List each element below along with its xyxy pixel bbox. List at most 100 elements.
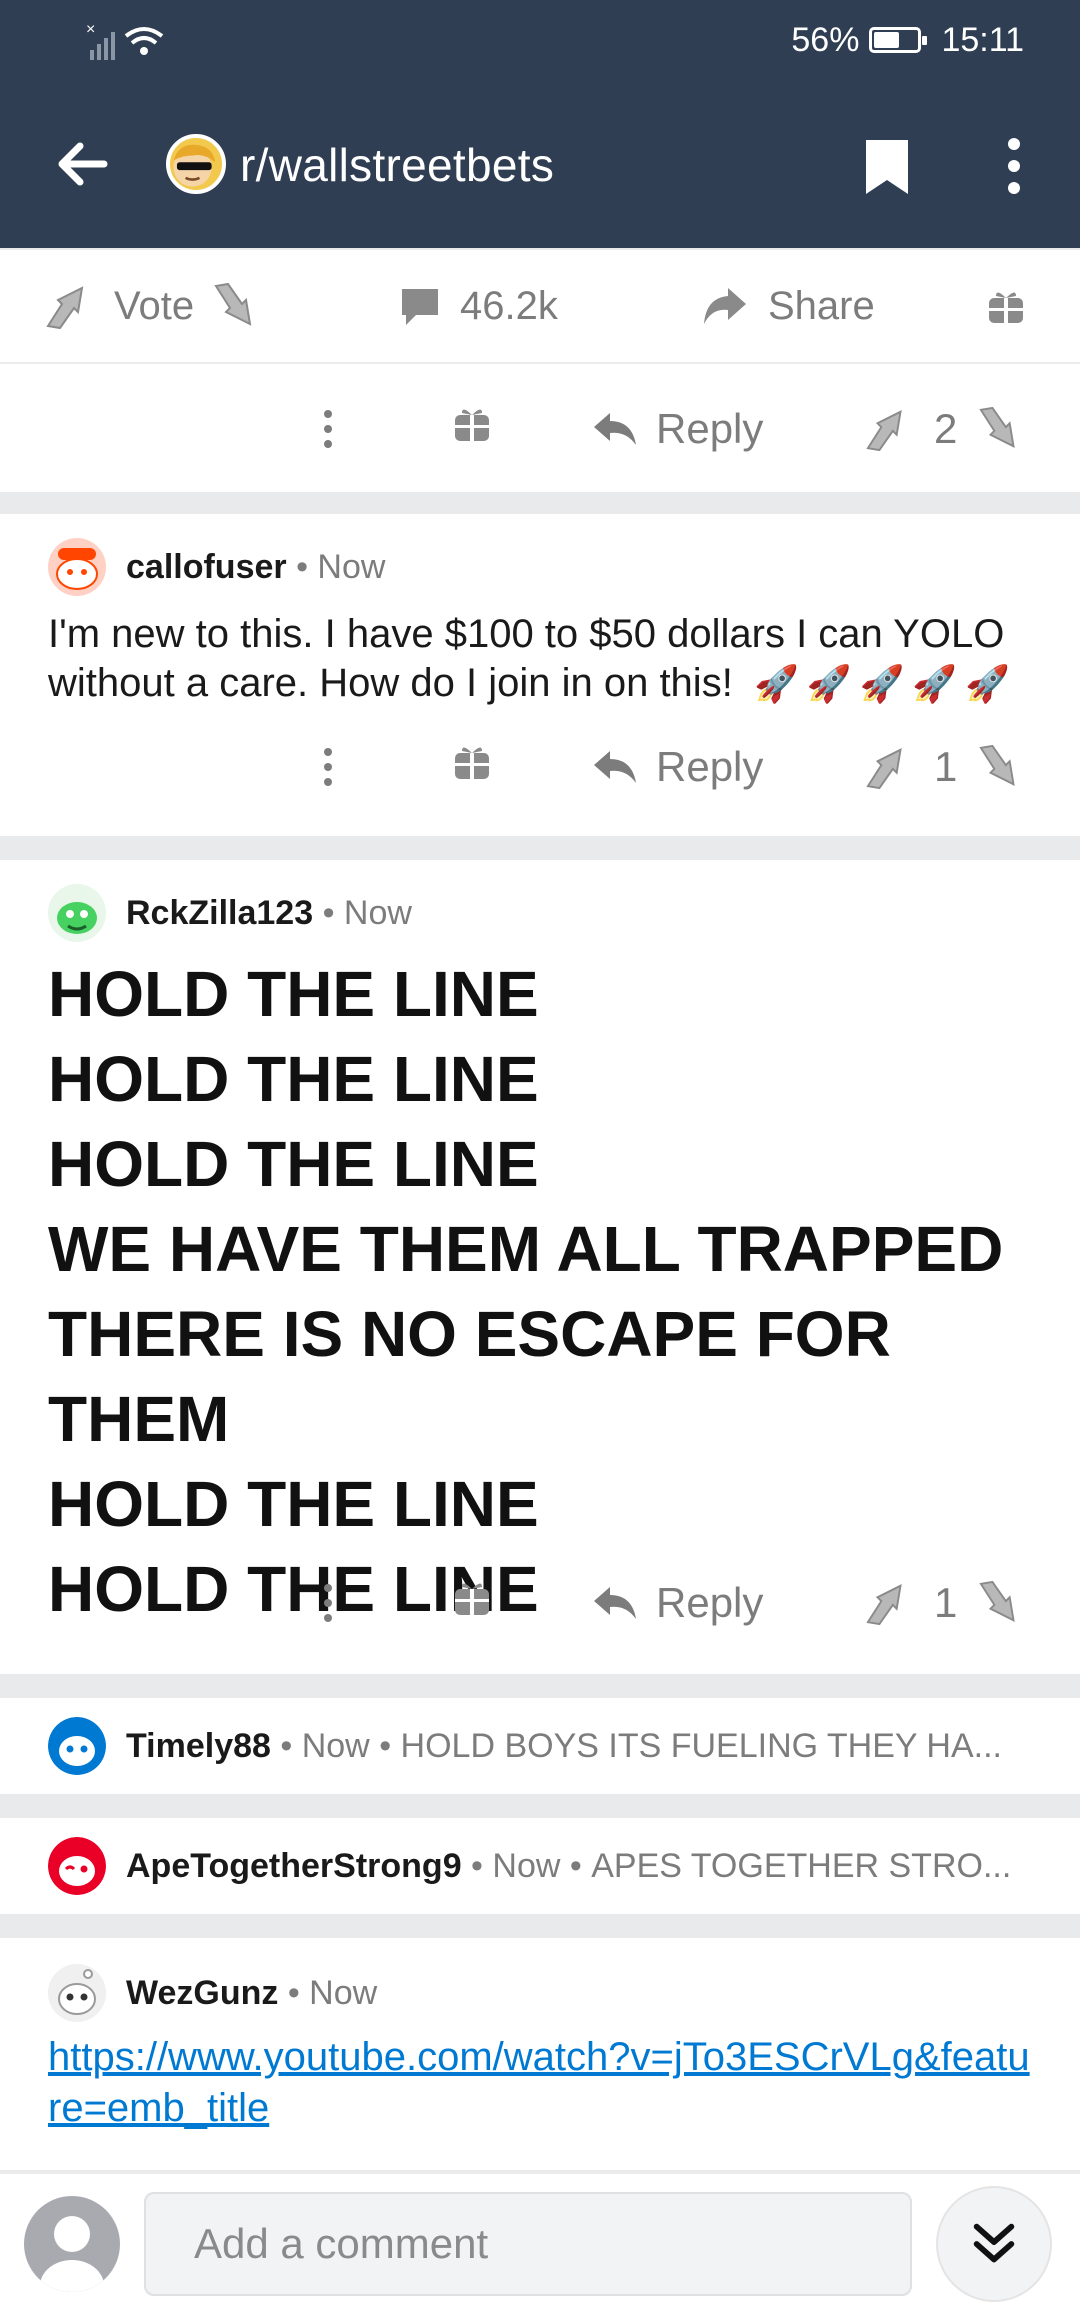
downvote-arrow-icon[interactable] [212, 282, 264, 330]
reply-button[interactable]: Reply [592, 722, 763, 812]
reply-label: Reply [656, 1579, 764, 1626]
my-avatar[interactable] [24, 2196, 120, 2292]
comment-actions: Reply 1 [0, 722, 1080, 812]
dot-separator: • [461, 1846, 493, 1885]
status-right: 56% 15:11 [791, 18, 1024, 62]
dot-separator: • [278, 1973, 310, 2012]
more-vertical-icon[interactable] [1000, 136, 1028, 196]
dot-separator: • [560, 1846, 592, 1885]
comment-bubble-icon [402, 289, 438, 325]
username[interactable]: callofuser [126, 548, 287, 587]
reply-button[interactable]: Reply [592, 384, 763, 474]
upvote-arrow-icon[interactable] [864, 1580, 914, 1626]
snoo-avatar-icon [48, 538, 106, 596]
comment-4-collapsed[interactable]: ApeTogetherStrong9 • Now • APES TOGETHER… [0, 1818, 1080, 1914]
comment-3-collapsed[interactable]: Timely88 • Now • HOLD BOYS ITS FUELING T… [0, 1698, 1080, 1794]
top-app-bar: × 56% 15:11 r/wallstreetbets [0, 0, 1080, 248]
youtube-link[interactable]: https://www.youtube.com/watch?v=jTo3ESCr… [48, 2032, 1038, 2134]
gift-icon[interactable] [452, 384, 492, 474]
dot-separator: • [286, 547, 318, 586]
comment-body: I'm new to this. I have $100 to $50 doll… [48, 610, 1048, 708]
comment-5: WezGunz • Now https://www.youtube.com/wa… [0, 1938, 1080, 2170]
comment-line: THERE IS NO ESCAPE FOR THEM [48, 1298, 891, 1455]
rocket-emojis: 🚀🚀🚀🚀🚀 [753, 663, 1019, 704]
next-comment-button[interactable] [936, 2186, 1052, 2302]
comment-vote-group: 1 [864, 722, 1027, 812]
downvote-arrow-icon[interactable] [977, 744, 1027, 790]
score: 2 [934, 405, 958, 452]
comment-line: WE HAVE THEM ALL TRAPPED [48, 1213, 1004, 1285]
more-vertical-icon[interactable] [316, 1558, 340, 1648]
comment-vote-group: 1 [864, 1558, 1027, 1648]
username[interactable]: RckZilla123 [126, 894, 313, 933]
user-avatar[interactable] [48, 1837, 106, 1895]
subreddit-avatar[interactable] [166, 134, 226, 194]
comment-2: RckZilla123 • Now HOLD THE LINE HOLD THE… [0, 860, 1080, 1674]
dot-separator: • [270, 1726, 302, 1765]
reply-button[interactable]: Reply [592, 1558, 763, 1648]
comment-0: Reply 2 [0, 364, 1080, 492]
username[interactable]: WezGunz [126, 1974, 278, 2013]
signal-wifi-icon: × [86, 21, 164, 60]
comment-actions: Reply 1 [0, 1558, 1080, 1648]
comment-actions: Reply 2 [0, 384, 1080, 474]
reply-arrow-icon [594, 751, 636, 783]
svg-text:×: × [86, 21, 95, 38]
user-silhouette-icon [40, 2216, 104, 2292]
comment-author-line: WezGunz • Now [48, 1964, 377, 2022]
gift-icon[interactable] [452, 722, 492, 812]
collapsed-preview: APES TOGETHER STRO... [591, 1846, 1012, 1885]
add-comment-field[interactable] [144, 2192, 912, 2296]
arrow-left-icon[interactable] [52, 134, 112, 194]
user-avatar[interactable] [48, 538, 106, 596]
add-comment-input[interactable] [146, 2194, 910, 2294]
user-avatar[interactable] [48, 1717, 106, 1775]
reply-arrow-icon [594, 413, 636, 445]
bookmark-icon[interactable] [862, 136, 912, 198]
gift-icon [989, 292, 1023, 323]
comment-line: HOLD THE LINE [48, 1043, 539, 1115]
user-avatar[interactable] [48, 884, 106, 942]
more-vertical-icon[interactable] [316, 384, 340, 474]
subreddit-title[interactable]: r/wallstreetbets [240, 138, 554, 192]
username[interactable]: Timely88 [126, 1727, 271, 1766]
dot-separator: • [369, 1726, 401, 1765]
share-label: Share [768, 283, 875, 328]
more-vertical-icon[interactable] [316, 722, 340, 812]
comment-author-line: callofuser • Now [48, 538, 385, 596]
timestamp: Now [492, 1846, 561, 1885]
comment-author-line: RckZilla123 • Now [48, 884, 412, 942]
downvote-arrow-icon[interactable] [977, 406, 1027, 452]
share-button[interactable]: Share [700, 250, 875, 362]
comments-count-button[interactable]: 46.2k [398, 250, 558, 362]
award-button[interactable] [986, 250, 1026, 362]
battery-icon [869, 27, 928, 53]
timestamp: Now [309, 1973, 378, 2012]
wsb-mascot-icon [173, 144, 216, 187]
comment-author-line: ApeTogetherStrong9 • Now • APES TOGETHER… [48, 1837, 1011, 1895]
snoo-avatar-icon [48, 1964, 106, 2022]
post-action-bar: Vote 46.2k Share [0, 250, 1080, 364]
snoo-avatar-icon [48, 1717, 106, 1775]
vote-group: Vote [44, 250, 264, 362]
timestamp: Now [317, 547, 386, 586]
comment-body: HOLD THE LINE HOLD THE LINE HOLD THE LIN… [48, 952, 1080, 1632]
comment-line: HOLD THE LINE [48, 958, 539, 1030]
comments-count: 46.2k [460, 283, 558, 328]
upvote-arrow-icon[interactable] [864, 406, 914, 452]
reply-arrow-icon [594, 1587, 636, 1619]
comment-line: HOLD THE LINE [48, 1468, 539, 1540]
user-avatar[interactable] [48, 1964, 106, 2022]
username[interactable]: ApeTogetherStrong9 [126, 1847, 462, 1886]
reply-label: Reply [656, 405, 764, 452]
score: 1 [934, 1579, 958, 1626]
gift-icon[interactable] [452, 1558, 492, 1648]
downvote-arrow-icon[interactable] [977, 1580, 1027, 1626]
vote-label: Vote [114, 283, 195, 328]
dot-separator: • [313, 893, 344, 932]
upvote-arrow-icon[interactable] [864, 744, 914, 790]
timestamp: Now [343, 893, 412, 932]
snoo-avatar-icon [48, 1837, 106, 1895]
upvote-arrow-icon[interactable] [44, 282, 96, 330]
reply-label: Reply [656, 743, 764, 790]
